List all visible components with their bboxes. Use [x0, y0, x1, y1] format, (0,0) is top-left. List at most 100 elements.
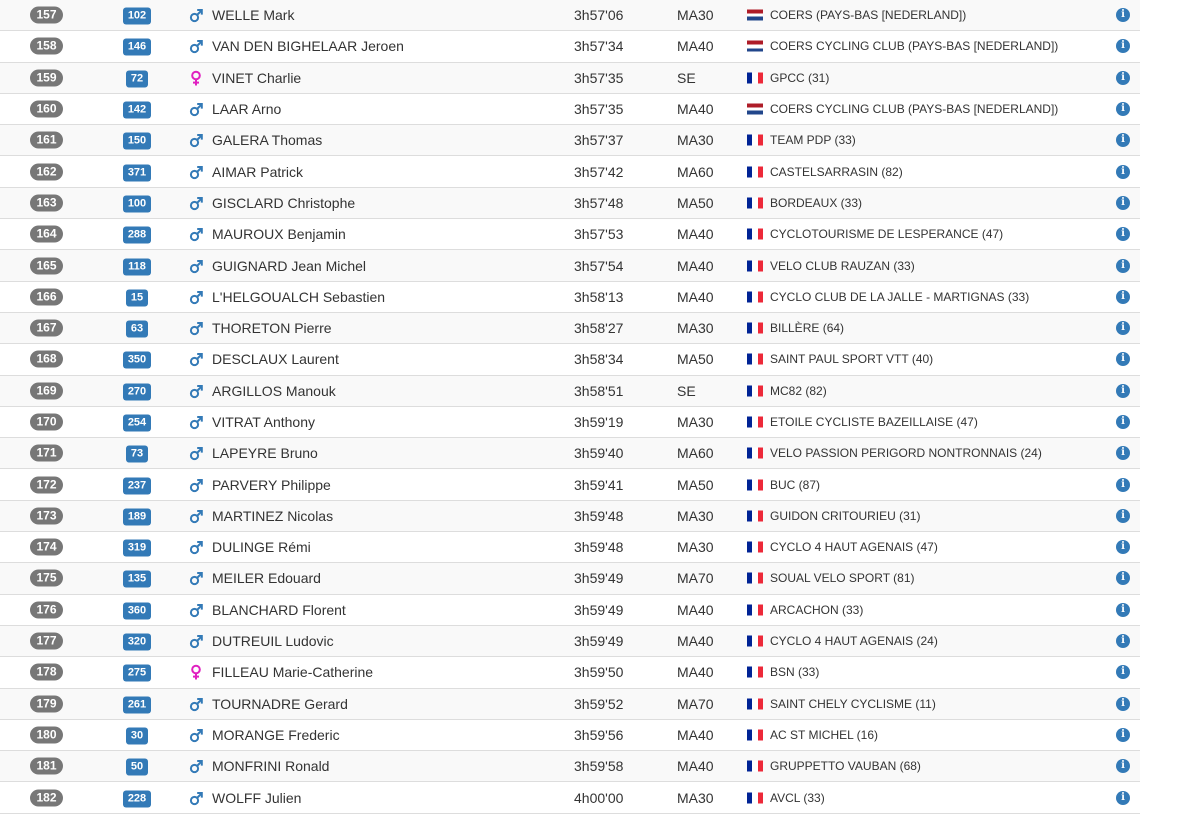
- france-flag-icon: [747, 72, 763, 84]
- bib-badge: 275: [122, 664, 152, 682]
- info-circle-icon[interactable]: i: [1116, 227, 1130, 242]
- category: MA60: [677, 163, 714, 180]
- result-row[interactable]: 175 135 MEILER Edouard 3h59'49 MA70 SOUAL VEL…: [0, 563, 1140, 595]
- netherlands-flag-icon: [747, 103, 763, 115]
- category: MA30: [677, 539, 714, 556]
- bib-badge: 72: [125, 70, 149, 88]
- rank-badge: 177: [30, 632, 63, 650]
- rider-name: BLANCHARD Florent: [212, 601, 346, 618]
- bib-badge: 189: [122, 508, 152, 526]
- category: MA50: [677, 194, 714, 211]
- info-circle-icon[interactable]: i: [1116, 164, 1130, 179]
- male-symbol-icon: [189, 164, 203, 180]
- info-circle-icon[interactable]: i: [1116, 195, 1130, 210]
- rider-name: LAAR Arno: [212, 101, 282, 118]
- result-row[interactable]: 174 319 DULINGE Rémi 3h59'48 MA30 CYCLO 4 HAU…: [0, 532, 1140, 564]
- result-row[interactable]: 166 15 L'HELGOUALCH Sebastien 3h58'13 MA40 CY…: [0, 281, 1140, 313]
- rider-name: GISCLARD Christophe: [212, 194, 356, 211]
- info-circle-icon[interactable]: i: [1116, 102, 1130, 117]
- category: MA40: [677, 633, 714, 650]
- rank-badge: 181: [30, 757, 63, 775]
- result-row[interactable]: 161 150 GALERA Thomas 3h57'37 MA30 TEAM PDP (…: [0, 125, 1140, 157]
- result-row[interactable]: 178 275 FILLEAU Marie-Catherine 3h59'50 MA40…: [0, 657, 1140, 689]
- category: MA30: [677, 132, 714, 149]
- info-circle-icon[interactable]: i: [1116, 70, 1130, 85]
- info-circle-icon[interactable]: i: [1116, 39, 1130, 54]
- result-row[interactable]: 177 320 DUTREUIL Ludovic 3h59'49 MA40 CYCLO 4…: [0, 625, 1140, 658]
- result-row[interactable]: 168 350 DESCLAUX Laurent 3h58'34 MA50 SAINT P…: [0, 344, 1140, 376]
- france-flag-icon: [747, 760, 763, 772]
- info-circle-icon[interactable]: i: [1116, 8, 1130, 23]
- info-circle-icon[interactable]: i: [1116, 477, 1130, 492]
- result-row[interactable]: 179 261 TOURNADRE Gerard 3h59'52 MA70 SAINT C…: [0, 688, 1140, 720]
- info-circle-icon[interactable]: i: [1116, 727, 1130, 742]
- club-name: ETOILE CYCLISTE BAZEILLAISE (47): [770, 415, 978, 429]
- result-row[interactable]: 170 254 VITRAT Anthony 3h59'19 MA30 ETOILE CY…: [0, 406, 1140, 439]
- bib-cell: 228: [115, 788, 159, 808]
- info-circle-icon[interactable]: i: [1116, 602, 1130, 617]
- info-circle-icon[interactable]: i: [1116, 415, 1130, 429]
- result-row[interactable]: 167 63 THORETON Pierre 3h58'27 MA30 BILLÈRE (…: [0, 312, 1140, 345]
- bib-badge: 150: [122, 132, 152, 150]
- info-circle-icon[interactable]: i: [1116, 665, 1130, 680]
- info-circle-icon[interactable]: i: [1116, 446, 1130, 461]
- result-row[interactable]: 159 72 VINET Charlie 3h57'35 SE GPCC (31) i: [0, 62, 1140, 94]
- info-circle-icon[interactable]: i: [1116, 571, 1130, 586]
- result-row[interactable]: 162 371 AIMAR Patrick 3h57'42 MA60 CASTELSARR…: [0, 156, 1140, 188]
- category: MA50: [677, 351, 714, 368]
- rider-name: PARVERY Philippe: [212, 476, 331, 493]
- male-symbol-icon: [189, 351, 203, 367]
- info-circle-icon[interactable]: i: [1116, 790, 1130, 805]
- result-row[interactable]: 157 102 WELLE Mark 3h57'06 MA30 COERS (PAYS-B…: [0, 0, 1140, 32]
- info-circle-icon[interactable]: i: [1116, 540, 1130, 555]
- info-circle-icon[interactable]: i: [1116, 696, 1130, 711]
- rider-name: VINET Charlie: [212, 69, 302, 86]
- club-name: MC82 (82): [770, 383, 827, 398]
- finish-time: 3h57'42: [574, 163, 624, 180]
- category: MA60: [677, 445, 714, 462]
- result-row[interactable]: 158 146 VAN DEN BIGHELAAR Jeroen 3h57'34 MA4…: [0, 31, 1140, 63]
- rank-badge: 163: [30, 194, 63, 212]
- result-row[interactable]: 173 189 MARTINEZ Nicolas 3h59'48 MA30 GUIDON …: [0, 500, 1140, 533]
- france-flag-icon: [747, 572, 763, 584]
- info-circle-icon[interactable]: i: [1116, 352, 1130, 367]
- result-row[interactable]: 180 30 MORANGE Frederic 3h59'56 MA40 AC ST MI…: [0, 719, 1140, 752]
- category: MA40: [677, 38, 714, 55]
- result-row[interactable]: 163 100 GISCLARD Christophe 3h57'48 MA50 BORD…: [0, 187, 1140, 220]
- info-circle-icon[interactable]: i: [1116, 321, 1130, 336]
- info-circle-icon[interactable]: i: [1116, 258, 1130, 273]
- rider-name: MAUROUX Benjamin: [212, 226, 346, 243]
- bib-badge: 371: [122, 164, 152, 182]
- rider-name: VITRAT Anthony: [212, 414, 315, 430]
- result-row[interactable]: 164 288 MAUROUX Benjamin 3h57'53 MA40 CYCLOTO…: [0, 219, 1140, 251]
- info-circle-icon[interactable]: i: [1116, 759, 1130, 774]
- info-circle-icon[interactable]: i: [1116, 289, 1130, 304]
- rank-badge: 178: [30, 663, 63, 681]
- result-row[interactable]: 169 270 ARGILLOS Manouk 3h58'51 SE MC82 (82) i: [0, 375, 1140, 407]
- rider-name: TOURNADRE Gerard: [212, 695, 348, 712]
- rank-badge: 179: [30, 695, 63, 713]
- rider-name: MARTINEZ Nicolas: [212, 507, 334, 524]
- finish-time: 3h59'49: [574, 570, 624, 587]
- result-row[interactable]: 165 118 GUIGNARD Jean Michel 3h57'54 MA40 VEL…: [0, 250, 1140, 282]
- result-row[interactable]: 182 228 WOLFF Julien 4h00'00 MA30 AVCL (33) i: [0, 782, 1140, 814]
- rank-badge: 158: [30, 37, 63, 55]
- result-row[interactable]: 171 73 LAPEYRE Bruno 3h59'40 MA60 VELO PASSIO…: [0, 438, 1140, 470]
- result-row[interactable]: 181 50 MONFRINI Ronald 3h59'58 MA40 GRUPPETTO…: [0, 751, 1140, 783]
- info-circle-icon[interactable]: i: [1116, 383, 1130, 398]
- result-row[interactable]: 176 360 BLANCHARD Florent 3h59'49 MA40 ARCACH…: [0, 594, 1140, 626]
- finish-time: 3h59'40: [574, 445, 624, 462]
- club-name: SAINT PAUL SPORT VTT (40): [770, 352, 934, 367]
- bib-cell: 371: [115, 162, 159, 182]
- result-row[interactable]: 160 142 LAAR Arno 3h57'35 MA40 COERS CYCLING …: [0, 93, 1140, 126]
- rider-name: MORANGE Frederic: [212, 726, 340, 743]
- info-circle-icon[interactable]: i: [1116, 133, 1130, 148]
- france-flag-icon: [747, 385, 763, 397]
- bib-badge: 261: [122, 696, 152, 714]
- club-name: SAINT CHELY CYCLISME (11): [770, 696, 936, 711]
- bib-cell: 73: [115, 444, 159, 463]
- result-row[interactable]: 172 237 PARVERY Philippe 3h59'41 MA50 BUC (87…: [0, 469, 1140, 501]
- category: MA40: [677, 101, 714, 118]
- info-circle-icon[interactable]: i: [1116, 508, 1130, 523]
- info-circle-icon[interactable]: i: [1116, 634, 1130, 649]
